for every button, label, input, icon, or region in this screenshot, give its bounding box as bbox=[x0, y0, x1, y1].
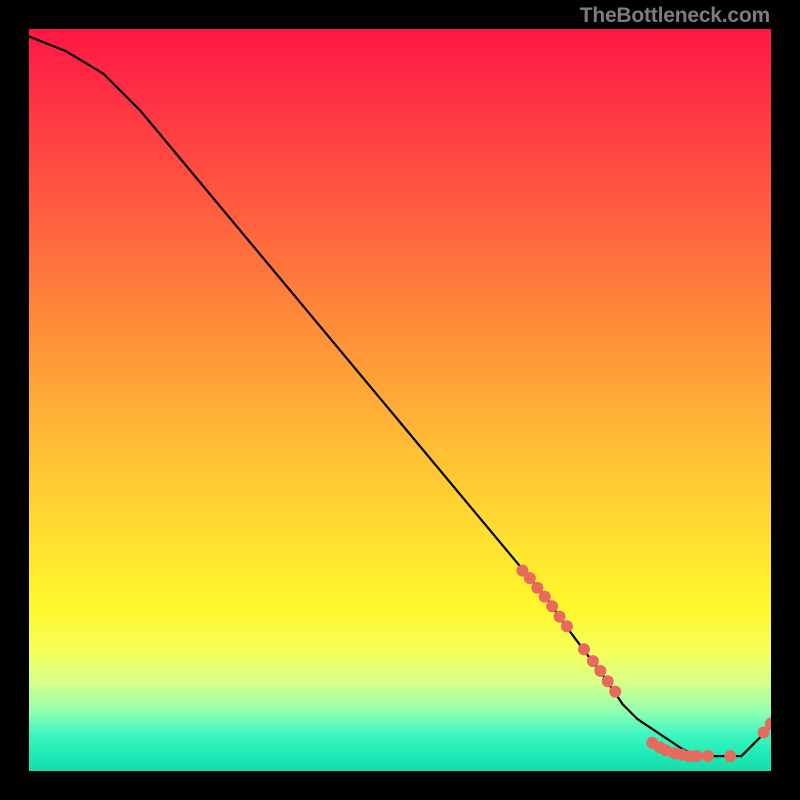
data-marker bbox=[702, 750, 714, 762]
plot-area bbox=[29, 29, 771, 771]
data-marker bbox=[578, 643, 590, 655]
chart-svg bbox=[29, 29, 771, 771]
chart-stage: TheBottleneck.com bbox=[0, 0, 800, 800]
data-marker bbox=[561, 620, 573, 632]
watermark-label: TheBottleneck.com bbox=[580, 4, 770, 28]
data-marker bbox=[724, 750, 736, 762]
bottleneck-curve bbox=[29, 36, 771, 756]
data-marker bbox=[524, 572, 536, 584]
data-marker bbox=[609, 686, 621, 698]
data-marker bbox=[539, 591, 551, 603]
data-marker bbox=[554, 611, 566, 623]
data-marker bbox=[546, 600, 558, 612]
data-marker bbox=[587, 655, 599, 667]
data-marker bbox=[691, 750, 703, 762]
data-marker bbox=[602, 675, 614, 687]
data-markers bbox=[516, 565, 771, 763]
data-marker bbox=[594, 665, 606, 677]
